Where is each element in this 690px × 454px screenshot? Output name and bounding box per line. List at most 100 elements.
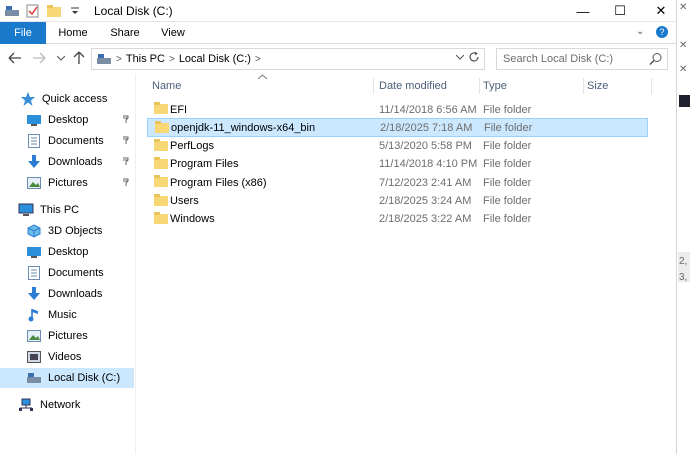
file-row[interactable]: PerfLogs 5/13/2020 5:58 PM File folder [147,137,648,156]
file-row[interactable]: Windows 2/18/2025 3:22 AM File folder [147,210,648,229]
nav-label: Network [40,399,81,411]
help-icon[interactable]: ? [656,26,668,38]
file-type: File folder [483,103,532,116]
nav-qa-documents[interactable]: Documents [0,131,134,151]
background-window-edge: ✕ ✕ ✕ 2, 3, [676,0,690,454]
file-name[interactable]: Windows [170,213,215,225]
quick-access-toolbar [4,3,88,19]
folder-icon [154,175,168,190]
file-name[interactable]: Program Files [170,158,238,170]
search-icon[interactable] [649,52,663,66]
videos-icon [26,349,42,365]
file-date-modified: 5/13/2020 5:58 PM [379,140,472,153]
forward-button[interactable] [30,49,48,67]
pin-icon[interactable] [121,114,130,125]
window-title: Local Disk (C:) [94,4,173,18]
network-icon [18,397,34,413]
nav-label: Local Disk (C:) [48,372,121,384]
up-button[interactable] [70,49,88,67]
nav-3d-objects[interactable]: 3D Objects [0,221,134,241]
pin-icon[interactable] [121,135,130,146]
folder-icon [154,156,168,172]
file-name[interactable]: EFI [170,104,187,116]
forward-arrow-icon [33,52,46,64]
nav-label: 3D Objects [48,225,103,237]
nav-pictures[interactable]: Pictures [0,326,134,346]
nav-qa-pictures[interactable]: Pictures [0,173,134,193]
file-type: File folder [483,213,532,226]
properties-icon[interactable] [25,3,41,19]
pin-icon[interactable] [121,177,130,188]
documents-icon [26,265,42,281]
nav-network[interactable]: Network [0,395,134,415]
column-date-modified[interactable]: Date modified [376,78,480,94]
drive-icon[interactable] [4,3,20,19]
column-size[interactable]: Size [584,78,652,94]
nav-quick-access[interactable]: Quick access [0,89,134,109]
recent-locations-button[interactable] [52,49,70,67]
nav-documents[interactable]: Documents [0,263,134,283]
file-row[interactable]: Users 2/18/2025 3:24 AM File folder [147,192,648,211]
file-row[interactable]: Program Files 11/14/2018 4:10 PM File fold… [147,155,648,174]
nav-downloads[interactable]: Downloads [0,284,134,304]
tab-file[interactable]: File [0,22,46,44]
chevron-down-icon [57,55,65,61]
address-dropdown-button[interactable] [455,52,465,62]
column-type[interactable]: Type [480,78,584,94]
breadcrumb-local-disk[interactable]: Local Disk (C:) [179,53,251,65]
address-bar[interactable]: > This PC > Local Disk (C:) > [91,48,485,70]
breadcrumb-separator: > [254,53,261,65]
close-icon: ✕ [679,64,688,75]
file-name[interactable]: PerfLogs [170,140,214,152]
download-icon [26,154,42,170]
nav-qa-downloads[interactable]: Downloads [0,152,134,172]
back-button[interactable] [6,49,24,67]
nav-videos[interactable]: Videos [0,347,134,367]
pin-icon[interactable] [121,156,130,167]
column-name[interactable]: Name [149,78,374,94]
drive-icon [26,370,42,386]
file-date-modified: 2/18/2025 3:22 AM [379,213,472,226]
file-type: File folder [484,121,533,134]
drive-icon [97,54,111,64]
file-date-modified: 2/18/2025 3:24 AM [379,195,472,207]
chevron-down-icon [455,54,465,60]
file-name[interactable]: Program Files (x86) [170,177,267,189]
file-name[interactable]: Users [170,195,199,207]
folder-icon [154,102,168,117]
tab-home[interactable]: Home [52,22,94,44]
nav-label: Quick access [42,93,108,105]
nav-this-pc[interactable]: This PC [0,200,134,220]
navigation-bar: > This PC > Local Disk (C:) > Search Loc… [0,44,676,74]
file-row[interactable]: Program Files (x86) 7/12/2023 2:41 AM File… [147,173,648,192]
maximize-button[interactable]: ☐ [597,0,643,22]
desktop-icon [26,244,42,260]
new-folder-icon[interactable] [46,3,62,19]
nav-local-disk[interactable]: Local Disk (C:) [0,368,134,388]
tab-share[interactable]: Share [103,22,147,44]
breadcrumb-separator: > [168,53,175,65]
tab-view[interactable]: View [154,22,192,44]
breadcrumb-this-pc[interactable]: This PC [126,53,165,65]
navigation-pane: Quick access Desktop Documents Downloads… [0,74,136,454]
file-type: File folder [483,140,532,153]
file-date-modified: 2/18/2025 7:18 AM [380,121,473,134]
dark-bar [679,95,690,107]
nav-desktop[interactable]: Desktop [0,242,134,262]
file-name[interactable]: openjdk-11_windows-x64_bin [171,122,315,134]
partial-text: 3, [679,272,688,283]
pictures-icon [26,175,42,191]
nav-label: Documents [48,267,104,279]
column-header: Name Date modified Type Size [137,74,676,98]
ribbon-tabs: File Home Share View ⌄ ? [0,22,676,44]
expand-ribbon-icon[interactable]: ⌄ [636,26,644,37]
nav-music[interactable]: Music [0,305,134,325]
nav-qa-desktop[interactable]: Desktop [0,110,134,130]
search-input[interactable]: Search Local Disk (C:) [496,48,668,70]
file-row[interactable]: openjdk-11_windows-x64_bin 2/18/2025 7:18… [147,118,648,138]
cube-icon [26,223,42,239]
file-row[interactable]: EFI 11/14/2018 6:56 AM File folder [147,100,648,119]
star-icon [20,91,36,107]
customize-toolbar-icon[interactable] [67,3,83,19]
refresh-button[interactable] [468,51,480,66]
